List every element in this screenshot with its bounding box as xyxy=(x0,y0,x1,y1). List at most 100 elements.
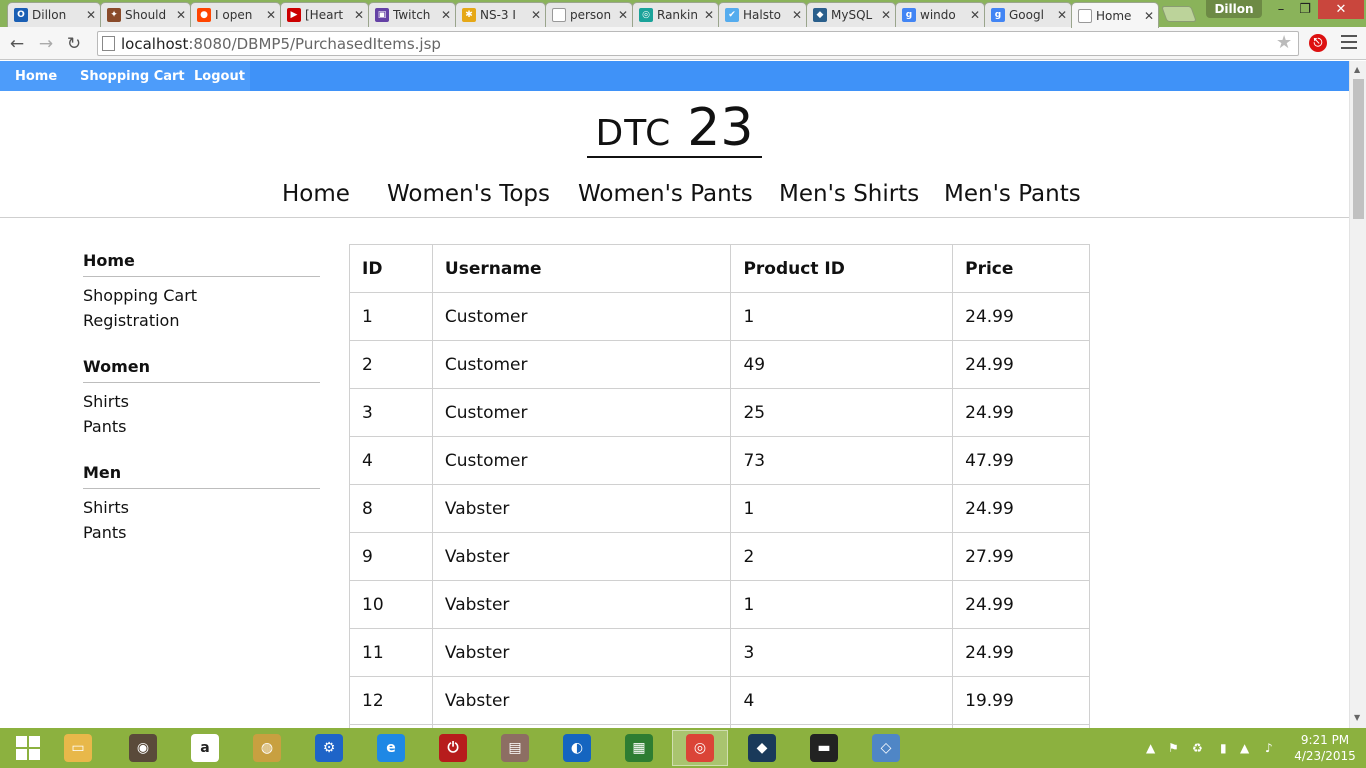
tab-title: Twitch xyxy=(393,8,431,22)
volume-icon[interactable]: ♪ xyxy=(1265,738,1273,758)
battery-icon[interactable]: ▮ xyxy=(1220,738,1227,758)
amazon-taskbar-button[interactable]: a xyxy=(177,730,233,766)
tab-close-icon[interactable]: ✕ xyxy=(970,8,980,22)
tab-favicon-icon: ✦ xyxy=(107,8,121,22)
internet-explorer-taskbar-button[interactable]: e xyxy=(363,730,419,766)
safe-app-icon: ◍ xyxy=(253,734,281,762)
cell-id: 2 xyxy=(349,340,433,389)
bookmark-star-icon[interactable]: ★ xyxy=(1276,32,1292,53)
restore-button[interactable]: ❐ xyxy=(1292,0,1318,19)
tab-close-icon[interactable]: ✕ xyxy=(354,8,364,22)
table-row: 10 Vabster 1 24.99 xyxy=(349,580,1090,629)
page-scrollbar[interactable]: ▲ ▼ xyxy=(1349,61,1366,728)
tab-close-icon[interactable]: ✕ xyxy=(1144,9,1154,23)
browser-tab[interactable]: ● I open ✕ xyxy=(190,2,281,27)
virtualbox-taskbar-button[interactable]: ◇ xyxy=(858,730,914,766)
mysql-console-taskbar-button[interactable]: ▬ xyxy=(796,730,852,766)
site-logo[interactable]: DTC 23 xyxy=(587,101,762,158)
power-app-taskbar-button[interactable]: ⏻ xyxy=(425,730,481,766)
main-nav-womens-tops[interactable]: Women's Tops xyxy=(387,179,550,209)
sidebar-item-men-pants[interactable]: Pants xyxy=(83,520,320,545)
document-app-taskbar-button[interactable]: ▤ xyxy=(487,730,543,766)
page-viewport: Home Shopping Cart Logout DTC 23 Home Wo… xyxy=(0,61,1349,728)
url-host: localhost xyxy=(121,34,189,53)
back-icon[interactable]: ← xyxy=(6,33,28,55)
extension-icon[interactable]: ⎋ xyxy=(1309,34,1327,52)
tab-close-icon[interactable]: ✕ xyxy=(881,8,891,22)
tab-close-icon[interactable]: ✕ xyxy=(266,8,276,22)
address-bar[interactable]: localhost:8080/DBMP5/PurchasedItems.jsp xyxy=(97,31,1299,56)
cell-price: 24.99 xyxy=(952,340,1090,389)
tab-title: I open xyxy=(215,8,253,22)
scroll-up-arrow-icon[interactable]: ▲ xyxy=(1354,65,1360,74)
settings-app-icon: ⚙ xyxy=(315,734,343,762)
sync-icon[interactable]: ♻ xyxy=(1192,738,1203,758)
browser-tab[interactable]: person ✕ xyxy=(545,2,633,27)
mysql-workbench-taskbar-button[interactable]: ◆ xyxy=(734,730,790,766)
cell-price: 27.99 xyxy=(952,532,1090,581)
settings-app-taskbar-button[interactable]: ⚙ xyxy=(301,730,357,766)
reload-icon[interactable]: ↻ xyxy=(63,33,85,55)
tab-title: Home xyxy=(1096,8,1132,23)
browser-tab[interactable]: ◎ Rankin ✕ xyxy=(632,2,719,27)
sidebar-item-shopping-cart[interactable]: Shopping Cart xyxy=(83,283,320,308)
chrome-icon: ◎ xyxy=(686,734,714,762)
sidebar-item-women-shirts[interactable]: Shirts xyxy=(83,389,320,414)
tab-close-icon[interactable]: ✕ xyxy=(792,8,802,22)
browser-tab[interactable]: Home ✕ xyxy=(1071,2,1159,28)
action-center-icon[interactable]: ⚑ xyxy=(1168,738,1179,758)
profile-button[interactable]: Dillon xyxy=(1206,0,1262,18)
store-taskbar-button[interactable]: ▦ xyxy=(611,730,667,766)
cell-id: 11 xyxy=(349,628,433,677)
sidebar-item-registration[interactable]: Registration xyxy=(83,308,320,333)
main-nav-womens-pants[interactable]: Women's Pants xyxy=(578,179,753,209)
table-row: 12 Vabster 4 19.99 xyxy=(349,676,1090,725)
network-icon[interactable]: ▲ xyxy=(1240,738,1249,758)
file-explorer-taskbar-button[interactable]: ▭ xyxy=(50,730,106,766)
browser-tab[interactable]: ✔ Halsto ✕ xyxy=(718,2,807,27)
start-button[interactable] xyxy=(0,730,56,766)
tab-close-icon[interactable]: ✕ xyxy=(441,8,451,22)
document-app-icon: ▤ xyxy=(501,734,529,762)
firefox-taskbar-button[interactable]: ◐ xyxy=(549,730,605,766)
sidebar-heading-home[interactable]: Home xyxy=(83,245,320,277)
cell-id: 3 xyxy=(349,388,433,437)
new-tab-button[interactable] xyxy=(1161,6,1197,22)
top-menu-home[interactable]: Home xyxy=(15,61,57,91)
speaker-app-taskbar-button[interactable]: ◉ xyxy=(115,730,171,766)
browser-tab[interactable]: ▣ Twitch ✕ xyxy=(368,2,456,27)
sidebar-item-women-pants[interactable]: Pants xyxy=(83,414,320,439)
tab-close-icon[interactable]: ✕ xyxy=(86,8,96,22)
browser-tab[interactable]: g windo ✕ xyxy=(895,2,985,27)
tab-close-icon[interactable]: ✕ xyxy=(1057,8,1067,22)
scrollbar-thumb[interactable] xyxy=(1353,79,1364,219)
tab-favicon-icon: ▶ xyxy=(287,8,301,22)
main-nav-mens-shirts[interactable]: Men's Shirts xyxy=(779,179,919,209)
browser-tab[interactable]: g Googl ✕ xyxy=(984,2,1072,27)
browser-tab[interactable]: O Dillon ✕ xyxy=(7,2,101,27)
cell-username: Customer xyxy=(431,340,732,389)
close-window-button[interactable]: ✕ xyxy=(1318,0,1364,19)
tab-close-icon[interactable]: ✕ xyxy=(531,8,541,22)
chrome-taskbar-button[interactable]: ◎ xyxy=(672,730,728,766)
cell-id: 4 xyxy=(349,436,433,485)
browser-tab[interactable]: ▶ [Heart ✕ xyxy=(280,2,369,27)
sidebar-item-men-shirts[interactable]: Shirts xyxy=(83,495,320,520)
system-clock[interactable]: 9:21 PM 4/23/2015 xyxy=(1290,732,1360,764)
forward-icon[interactable]: → xyxy=(35,33,57,55)
top-menu-shopping-cart[interactable]: Shopping Cart xyxy=(80,61,185,91)
safe-app-taskbar-button[interactable]: ◍ xyxy=(239,730,295,766)
browser-tab[interactable]: ✱ NS-3 I ✕ xyxy=(455,2,546,27)
scroll-down-arrow-icon[interactable]: ▼ xyxy=(1354,713,1360,722)
speaker-app-icon: ◉ xyxy=(129,734,157,762)
main-nav-mens-pants[interactable]: Men's Pants xyxy=(944,179,1081,209)
tab-close-icon[interactable]: ✕ xyxy=(176,8,186,22)
tab-close-icon[interactable]: ✕ xyxy=(704,8,714,22)
tab-close-icon[interactable]: ✕ xyxy=(618,8,628,22)
show-hidden-icons[interactable]: ▲ xyxy=(1146,738,1155,758)
browser-tab[interactable]: ✦ Should ✕ xyxy=(100,2,191,27)
top-menu-logout[interactable]: Logout xyxy=(194,61,245,91)
chrome-menu-icon[interactable] xyxy=(1341,35,1357,53)
browser-tab[interactable]: ◆ MySQL ✕ xyxy=(806,2,896,27)
main-nav-home[interactable]: Home xyxy=(282,179,350,209)
